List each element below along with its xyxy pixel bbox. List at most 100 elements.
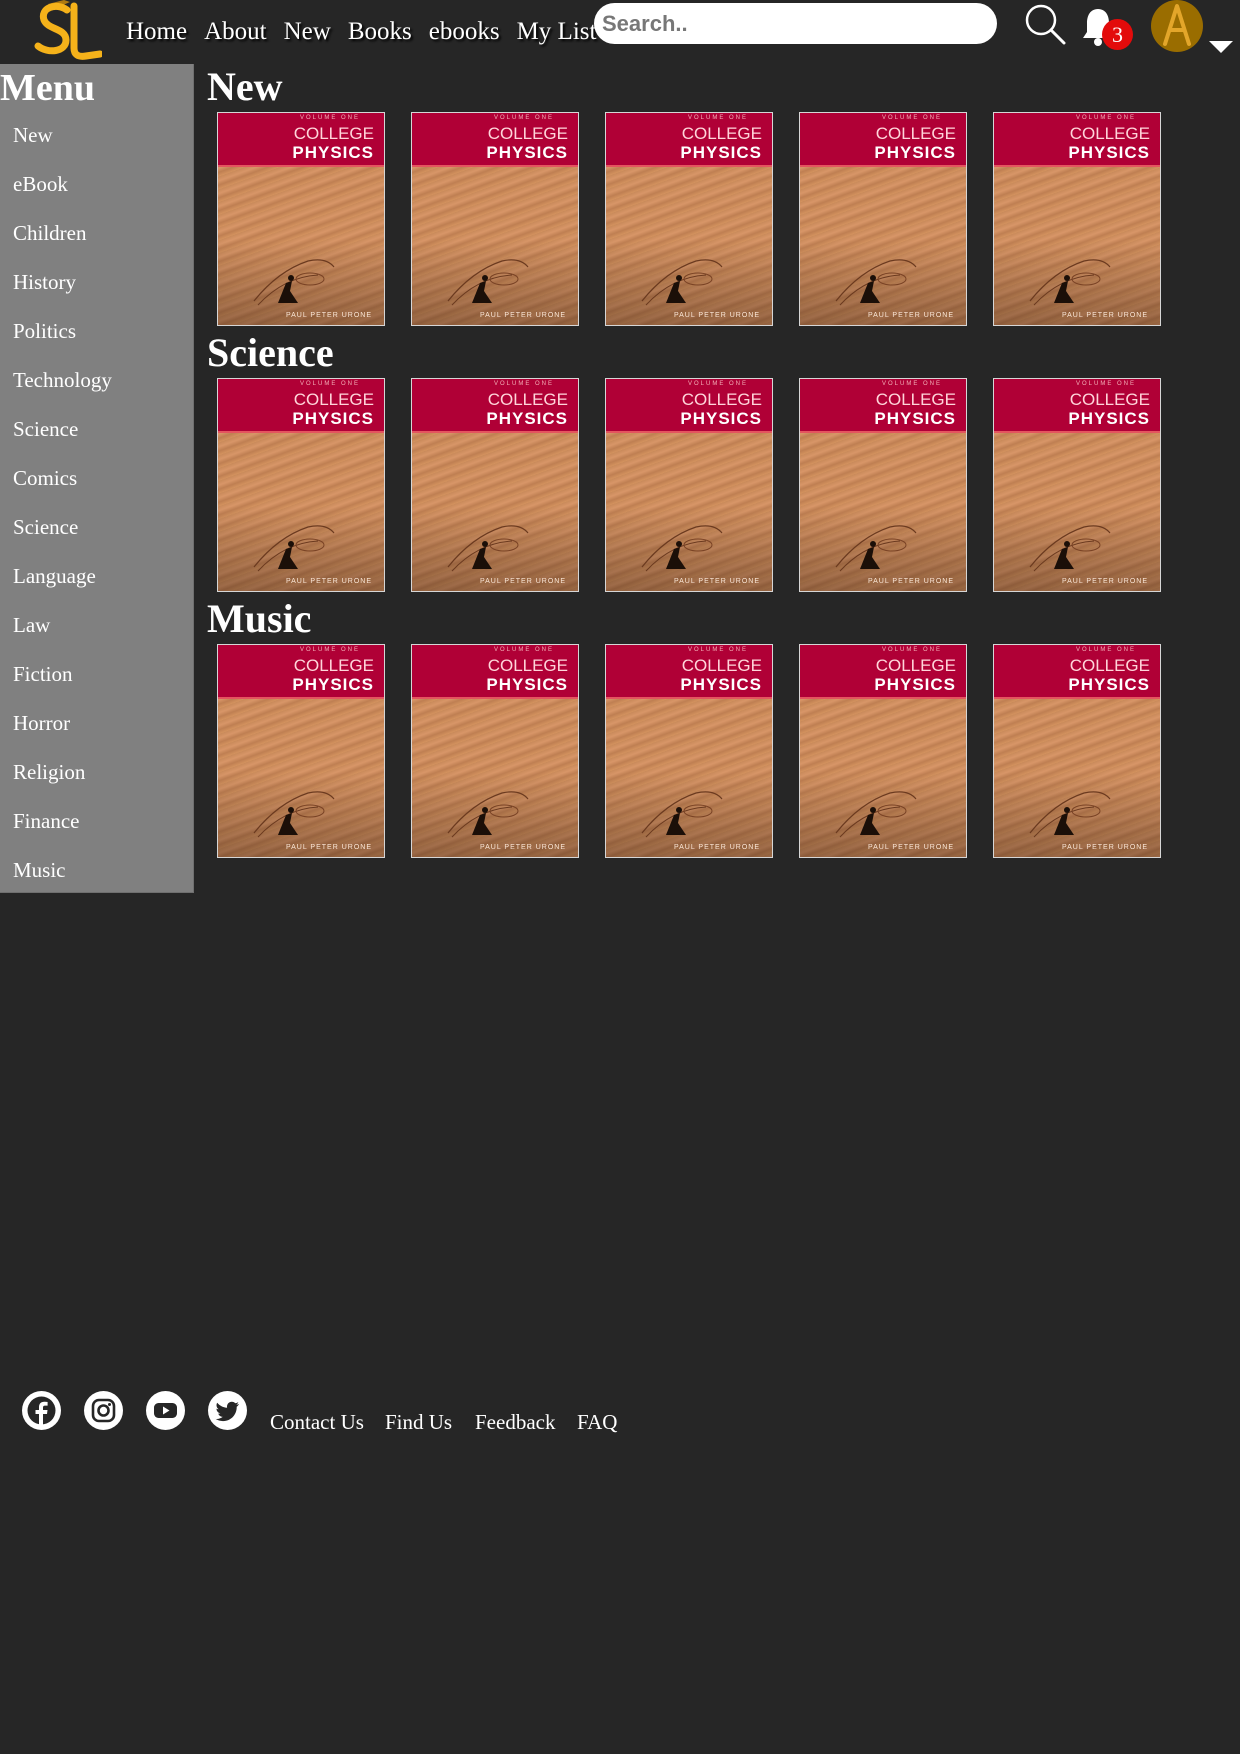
book-row-music: VOLUME ONE COLLEGE PHYSICS PAUL PETER URONE… xyxy=(217,644,1187,858)
book-cover-figure-icon xyxy=(835,791,917,838)
instagram-icon[interactable] xyxy=(84,1391,123,1430)
book-author: PAUL PETER URONE xyxy=(673,578,760,585)
sidebar-item-finance[interactable]: Finance xyxy=(13,806,112,855)
book-card[interactable]: VOLUME ONE COLLEGE PHYSICS PAUL PETER URONE xyxy=(993,378,1161,592)
footer-link-feedback[interactable]: Feedback xyxy=(475,1410,555,1435)
youtube-icon[interactable] xyxy=(146,1391,185,1430)
book-author: PAUL PETER URONE xyxy=(479,312,566,319)
book-title-line2: PHYSICS xyxy=(486,675,568,694)
sidebar-item-history[interactable]: History xyxy=(13,267,112,316)
section-title-science: Science xyxy=(207,330,334,375)
book-title-line1: COLLEGE xyxy=(681,390,762,409)
nav-link-my-list[interactable]: My List xyxy=(517,18,597,46)
footer-link-faq[interactable]: FAQ xyxy=(577,1410,617,1435)
sidebar-item-ebook[interactable]: eBook xyxy=(13,169,112,218)
book-row-science: VOLUME ONE COLLEGE PHYSICS PAUL PETER URONE… xyxy=(217,378,1187,592)
book-card[interactable]: VOLUME ONE COLLEGE PHYSICS PAUL PETER URONE xyxy=(217,378,385,592)
book-card[interactable]: VOLUME ONE COLLEGE PHYSICS PAUL PETER URONE xyxy=(799,644,967,858)
avatar-letter-icon xyxy=(1163,4,1191,46)
sidebar-item-religion[interactable]: Religion xyxy=(13,757,112,806)
sidebar-item-technology[interactable]: Technology xyxy=(13,365,112,414)
book-card[interactable]: VOLUME ONE COLLEGE PHYSICS PAUL PETER URONE xyxy=(993,644,1161,858)
book-cover-figure-icon xyxy=(1029,525,1111,572)
facebook-glyph-icon xyxy=(27,1396,56,1426)
sidebar-item-science-2[interactable]: Science xyxy=(13,512,112,561)
site-footer: Contact Us Find Us Feedback FAQ xyxy=(0,1388,1240,1438)
book-card[interactable]: VOLUME ONE COLLEGE PHYSICS PAUL PETER URONE xyxy=(411,112,579,326)
book-card[interactable]: VOLUME ONE COLLEGE PHYSICS PAUL PETER URONE xyxy=(799,378,967,592)
twitter-glyph-icon xyxy=(215,1401,239,1422)
book-card[interactable]: VOLUME ONE COLLEGE PHYSICS PAUL PETER URONE xyxy=(605,644,773,858)
site-logo[interactable] xyxy=(34,0,104,64)
book-card[interactable]: VOLUME ONE COLLEGE PHYSICS PAUL PETER URONE xyxy=(993,112,1161,326)
book-author: PAUL PETER URONE xyxy=(1061,312,1148,319)
nav-link-books[interactable]: Books xyxy=(348,18,412,46)
book-title-line1: COLLEGE xyxy=(293,390,374,409)
sidebar-category-list: New eBook Children History Politics Tech… xyxy=(13,120,112,904)
book-title-line2: PHYSICS xyxy=(680,675,762,694)
book-card[interactable]: VOLUME ONE COLLEGE PHYSICS PAUL PETER URONE xyxy=(217,644,385,858)
book-title-line1: COLLEGE xyxy=(487,124,568,143)
book-title-line1: COLLEGE xyxy=(875,390,956,409)
book-cover-figure-icon xyxy=(641,525,723,572)
book-cover-figure-icon xyxy=(253,791,335,838)
sidebar-item-children[interactable]: Children xyxy=(13,218,112,267)
section-title-new: New xyxy=(207,64,283,109)
nav-link-ebooks[interactable]: ebooks xyxy=(429,18,500,46)
book-volume: VOLUME ONE xyxy=(1075,115,1136,121)
nav-link-home[interactable]: Home xyxy=(126,18,187,46)
search-input[interactable] xyxy=(594,3,997,44)
book-title-line2: PHYSICS xyxy=(486,143,568,162)
book-volume: VOLUME ONE xyxy=(1075,381,1136,387)
book-author: PAUL PETER URONE xyxy=(285,578,372,585)
sidebar-item-law[interactable]: Law xyxy=(13,610,112,659)
book-author: PAUL PETER URONE xyxy=(867,844,954,851)
nav-link-about[interactable]: About xyxy=(204,18,267,46)
top-navigation-bar: Home About New Books ebooks My List 3 xyxy=(0,0,1240,64)
book-cover-figure-icon xyxy=(1029,791,1111,838)
book-card[interactable]: VOLUME ONE COLLEGE PHYSICS PAUL PETER URONE xyxy=(799,112,967,326)
book-volume: VOLUME ONE xyxy=(493,381,554,387)
book-volume: VOLUME ONE xyxy=(881,647,942,653)
sidebar-title: Menu xyxy=(0,67,95,109)
chevron-down-icon[interactable] xyxy=(1208,40,1234,54)
twitter-icon[interactable] xyxy=(208,1391,247,1430)
notification-badge: 3 xyxy=(1102,19,1133,50)
book-author: PAUL PETER URONE xyxy=(285,844,372,851)
sidebar-item-comics[interactable]: Comics xyxy=(13,463,112,512)
facebook-icon[interactable] xyxy=(22,1391,61,1430)
book-volume: VOLUME ONE xyxy=(299,647,360,653)
book-card[interactable]: VOLUME ONE COLLEGE PHYSICS PAUL PETER URONE xyxy=(411,644,579,858)
sidebar-item-politics[interactable]: Politics xyxy=(13,316,112,365)
book-card[interactable]: VOLUME ONE COLLEGE PHYSICS PAUL PETER URONE xyxy=(605,378,773,592)
footer-link-contact-us[interactable]: Contact Us xyxy=(270,1410,364,1435)
book-card[interactable]: VOLUME ONE COLLEGE PHYSICS PAUL PETER URONE xyxy=(411,378,579,592)
sidebar-item-horror[interactable]: Horror xyxy=(13,708,112,757)
sidebar-item-new[interactable]: New xyxy=(13,120,112,169)
footer-link-find-us[interactable]: Find Us xyxy=(385,1410,452,1435)
sidebar-item-music[interactable]: Music xyxy=(13,855,112,904)
book-title-line1: COLLEGE xyxy=(293,124,374,143)
book-cover-figure-icon xyxy=(447,791,529,838)
book-volume: VOLUME ONE xyxy=(687,381,748,387)
book-card[interactable]: VOLUME ONE COLLEGE PHYSICS PAUL PETER URONE xyxy=(217,112,385,326)
book-author: PAUL PETER URONE xyxy=(673,312,760,319)
main-nav: Home About New Books ebooks My List xyxy=(126,14,602,50)
book-title-line2: PHYSICS xyxy=(1068,409,1150,428)
book-author: PAUL PETER URONE xyxy=(867,578,954,585)
category-sidebar: Menu New eBook Children History Politics… xyxy=(0,64,194,893)
search-icon[interactable] xyxy=(1024,3,1066,45)
book-title-line1: COLLEGE xyxy=(1069,656,1150,675)
book-volume: VOLUME ONE xyxy=(299,381,360,387)
sidebar-item-language[interactable]: Language xyxy=(13,561,112,610)
sidebar-item-science[interactable]: Science xyxy=(13,414,112,463)
youtube-glyph-icon xyxy=(154,1403,177,1418)
user-avatar[interactable] xyxy=(1151,0,1203,52)
book-card[interactable]: VOLUME ONE COLLEGE PHYSICS PAUL PETER URONE xyxy=(605,112,773,326)
book-title-line2: PHYSICS xyxy=(486,409,568,428)
book-author: PAUL PETER URONE xyxy=(673,844,760,851)
book-cover-figure-icon xyxy=(641,259,723,306)
book-volume: VOLUME ONE xyxy=(299,115,360,121)
sidebar-item-fiction[interactable]: Fiction xyxy=(13,659,112,708)
nav-link-new[interactable]: New xyxy=(284,18,331,46)
